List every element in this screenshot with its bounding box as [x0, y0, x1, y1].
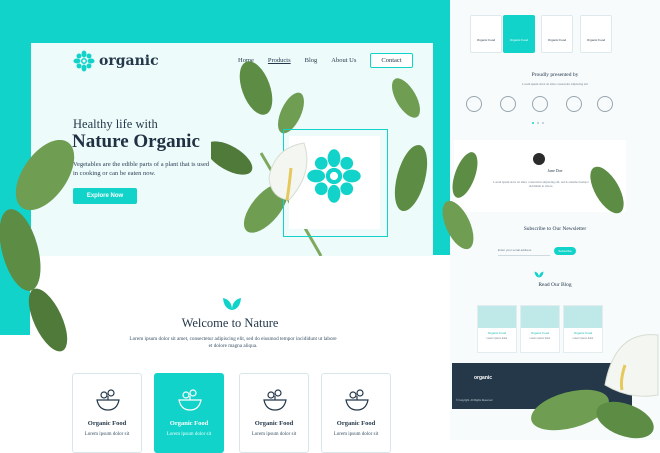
- feature-card[interactable]: Organic Food Lorem ipsum dolor sit: [239, 373, 309, 453]
- card-title: Organic Food: [254, 420, 294, 427]
- food-bowl-icon: [345, 389, 369, 411]
- feature-card[interactable]: Organic Food Lorem ipsum dolor sit: [72, 373, 142, 453]
- welcome-description: Lorem ipsum dolor sit amet, consectetur …: [129, 336, 337, 349]
- sprout-icon: [223, 298, 241, 310]
- mini-feature-card[interactable]: Organic Food: [503, 15, 535, 53]
- partner-logo: [597, 96, 613, 112]
- carousel-dot[interactable]: [542, 122, 544, 124]
- hero-section: organic Home Products Blog About Us Cont…: [31, 43, 433, 256]
- hero-title: Nature Organic: [72, 131, 200, 152]
- mini-feature-card[interactable]: Organic Food: [580, 15, 612, 53]
- logo-text: organic: [99, 53, 159, 69]
- carousel-dot[interactable]: [532, 122, 534, 124]
- logo-icon: [73, 50, 95, 72]
- newsletter-email-input[interactable]: Enter your email address: [498, 248, 550, 256]
- card-title: Organic Food: [87, 420, 127, 427]
- card-description: Lorem ipsum dolor sit: [333, 432, 379, 437]
- subscribe-button[interactable]: Subscribe: [554, 247, 576, 255]
- mini-card-title: Organic Food: [476, 38, 496, 42]
- feature-card[interactable]: Organic Food Lorem ipsum dolor sit: [321, 373, 391, 453]
- partner-logo: [466, 96, 482, 112]
- card-description: Lorem ipsum dolor sit: [166, 432, 212, 437]
- card-title: Organic Food: [336, 420, 376, 427]
- feature-card[interactable]: Organic Food Lorem ipsum dolor sit: [154, 373, 224, 453]
- food-bowl-icon: [263, 389, 287, 411]
- avatar: [533, 153, 545, 165]
- calla-lily-icon: [268, 142, 308, 201]
- partner-logo: [566, 96, 582, 112]
- partners-description: Lorem ipsum dolor sit amet consectetur a…: [522, 82, 588, 86]
- carousel-dot[interactable]: [537, 122, 539, 124]
- testimonial-text: Lorem ipsum dolor sit amet, consectetur …: [493, 180, 589, 188]
- food-bowl-icon: [178, 389, 202, 411]
- mini-card-title: Organic Food: [547, 38, 567, 42]
- bottom-lily-illustration: [531, 334, 659, 439]
- footer-copyright: © Copyright. All Rights Reserved: [456, 399, 493, 402]
- left-leaves-illustration: [0, 140, 75, 352]
- partner-logo: [500, 96, 516, 112]
- welcome-title: Welcome to Nature: [181, 316, 279, 330]
- mini-feature-card[interactable]: Organic Food: [470, 15, 502, 53]
- card-title: Organic Food: [169, 420, 209, 427]
- partner-logo: [532, 96, 548, 112]
- food-bowl-icon: [96, 389, 120, 411]
- side-leaves-illustration: [590, 166, 624, 214]
- card-description: Lorem ipsum dolor sit: [84, 432, 130, 437]
- logo[interactable]: organic: [73, 50, 159, 72]
- blog-title: Read Our Blog: [538, 282, 572, 288]
- footer-logo[interactable]: organic: [474, 375, 492, 381]
- explore-now-button[interactable]: Explore Now: [73, 188, 137, 204]
- hero-subtitle: Healthy life with: [73, 117, 158, 131]
- partners-title: Proudly presented by: [531, 72, 579, 78]
- newsletter-title: Subscribe to Our Newsletter: [523, 226, 587, 232]
- hero-description: Vegetables are the edible parts of a pla…: [73, 161, 210, 177]
- sprout-icon: [534, 271, 544, 278]
- mini-feature-card[interactable]: Organic Food: [541, 15, 573, 53]
- mini-card-title: Organic Food: [509, 38, 529, 42]
- card-description: Lorem ipsum dolor sit: [251, 432, 297, 437]
- side-leaves-illustration: [442, 152, 478, 250]
- mini-card-title: Organic Food: [586, 38, 606, 42]
